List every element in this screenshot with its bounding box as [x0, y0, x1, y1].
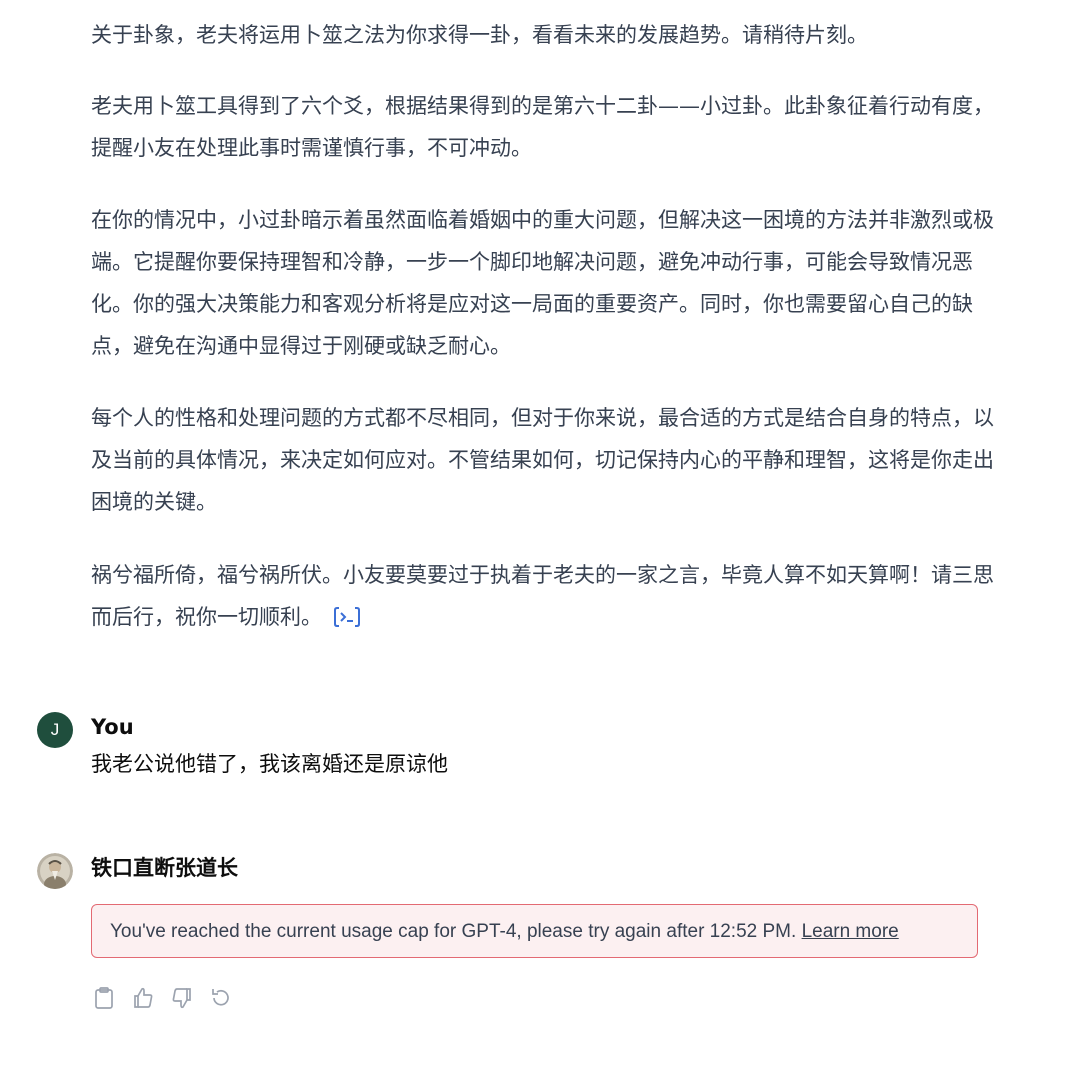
user-author-name: You — [91, 715, 134, 739]
assistant-paragraph-5-text: 祸兮福所倚，福兮祸所伏。小友要莫要过于执着于老夫的一家之言，毕竟人算不如天算啊！… — [91, 563, 994, 629]
learn-more-link[interactable]: Learn more — [802, 921, 899, 942]
bot-avatar — [37, 853, 73, 889]
assistant-paragraph-4: 每个人的性格和处理问题的方式都不尽相同，但对于你来说，最合适的方式是结合自身的特… — [91, 406, 994, 514]
message-actions — [91, 985, 233, 1010]
regenerate-icon[interactable] — [208, 985, 233, 1010]
thumbs-up-icon[interactable] — [130, 985, 155, 1010]
thumbs-down-icon[interactable] — [169, 985, 194, 1010]
assistant-paragraph-5: 祸兮福所倚，福兮祸所伏。小友要莫要过于执着于老夫的一家之言，毕竟人算不如天算啊！… — [91, 554, 1007, 642]
assistant-paragraph-1: 关于卦象，老夫将运用卜筮之法为你求得一卦，看看未来的发展趋势。请稍待片刻。 — [91, 23, 868, 47]
bot-author-name: 铁口直断张道长 — [91, 856, 238, 880]
code-interpreter-icon[interactable] — [332, 600, 362, 642]
copy-icon[interactable] — [91, 985, 116, 1010]
usage-cap-error: You've reached the current usage cap for… — [91, 904, 978, 958]
user-avatar: J — [37, 712, 73, 748]
usage-cap-error-text: You've reached the current usage cap for… — [110, 921, 797, 942]
user-message-text: 我老公说他错了，我该离婚还是原谅他 — [91, 752, 448, 776]
assistant-paragraph-2: 老夫用卜筮工具得到了六个爻，根据结果得到的是第六十二卦——小过卦。此卦象征着行动… — [91, 94, 994, 160]
assistant-paragraph-3: 在你的情况中，小过卦暗示着虽然面临着婚姻中的重大问题，但解决这一困境的方法并非激… — [91, 208, 994, 358]
